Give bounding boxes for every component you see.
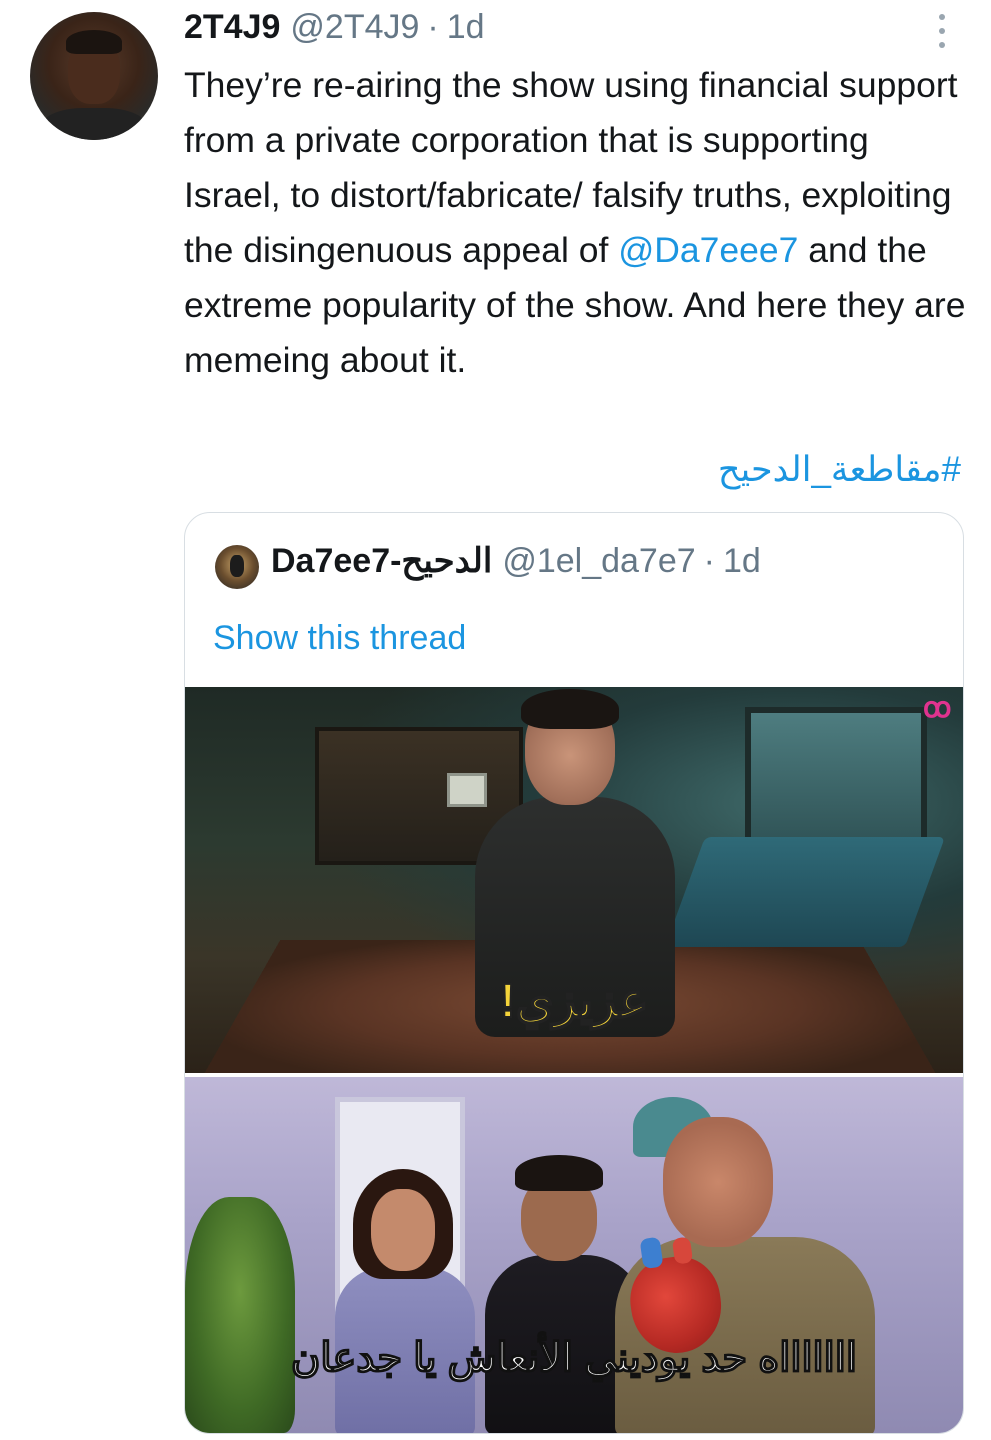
man-face	[663, 1117, 773, 1247]
quoted-author-name[interactable]: Da7ee7-الدحيح	[271, 541, 492, 581]
separator-dot: ·	[703, 542, 715, 580]
avatar-figure	[230, 555, 244, 577]
media-caption-2: اااااااه حد يوديني الأنعاش يا جدعان	[290, 1335, 858, 1381]
quoted-author-avatar[interactable]	[215, 545, 259, 589]
woman-face	[371, 1189, 435, 1271]
more-dot	[939, 14, 945, 20]
author-avatar[interactable]	[30, 12, 158, 140]
scene-plant	[185, 1197, 295, 1433]
man-hair	[515, 1155, 603, 1191]
hashtag-link[interactable]: #مقاطعة_الدحيح	[718, 444, 961, 496]
scene-bed	[664, 837, 946, 947]
separator-dot: ·	[427, 8, 439, 46]
tweet-time[interactable]: 1d	[447, 8, 485, 47]
tweet-header: 2T4J9 @2T4J9 · 1d	[184, 8, 485, 52]
media-image-1[interactable]: ꝏ عزيزي!	[185, 687, 963, 1073]
quoted-author-handle[interactable]: @1el_da7e7	[502, 542, 695, 581]
more-dot	[939, 28, 945, 34]
author-name[interactable]: 2T4J9	[184, 8, 280, 47]
mention-link[interactable]: @Da7eee7	[618, 230, 798, 270]
author-handle[interactable]: @2T4J9	[290, 8, 419, 47]
channel-logo-icon: ꝏ	[923, 692, 952, 723]
more-options-icon[interactable]	[934, 14, 950, 48]
scene-monitor	[447, 773, 487, 807]
quoted-tweet-time[interactable]: 1d	[723, 542, 761, 581]
show-thread-link[interactable]: Show this thread	[213, 619, 466, 658]
tweet-text: They’re re-airing the show using financi…	[184, 58, 974, 388]
avatar-hair	[66, 30, 122, 54]
media-caption-1: عزيزي!	[499, 974, 650, 1029]
media-image-2[interactable]: اااااااه حد يوديني الأنعاش يا جدعان	[185, 1077, 963, 1433]
quoted-tweet-card[interactable]: Da7ee7-الدحيح @1el_da7e7 · 1d Show this …	[184, 512, 964, 1434]
more-dot	[939, 42, 945, 48]
person-hair	[521, 689, 619, 729]
avatar-shirt	[40, 108, 148, 140]
quoted-tweet-header: Da7ee7-الدحيح @1el_da7e7 · 1d	[271, 541, 761, 581]
